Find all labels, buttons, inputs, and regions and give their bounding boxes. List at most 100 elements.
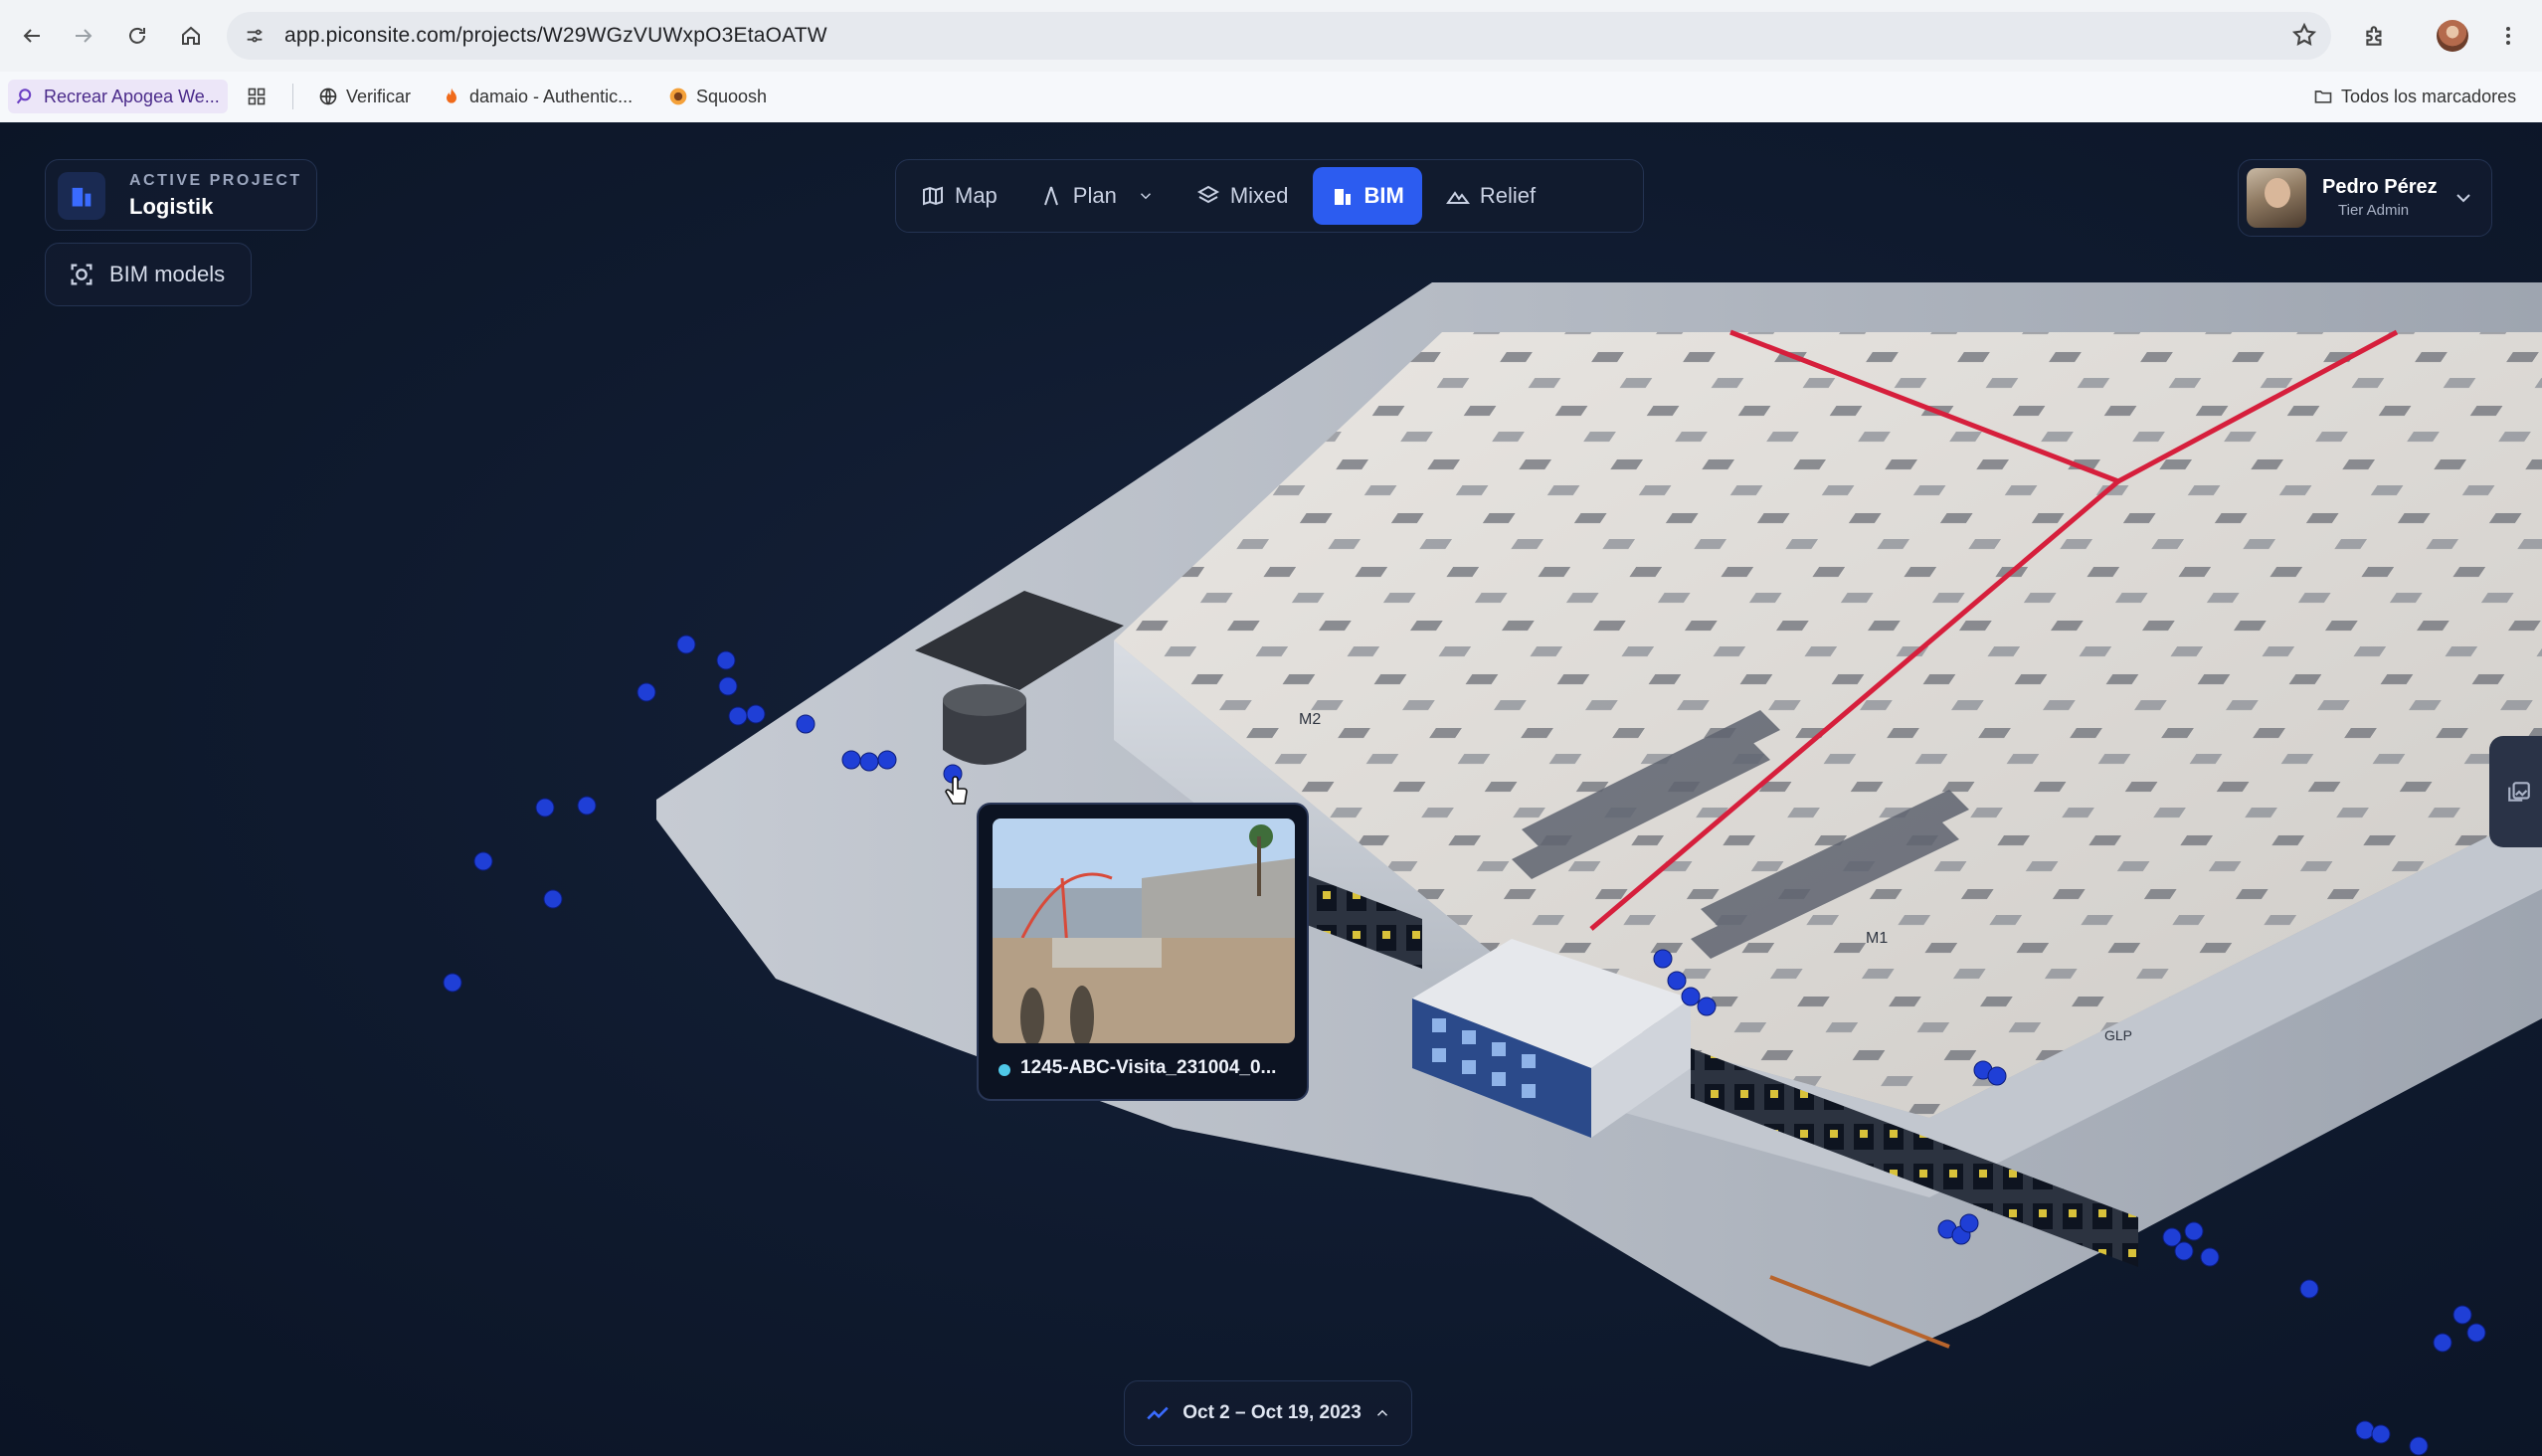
view-mode-switcher: Map Plan Mixed BIM Relief (895, 159, 1644, 233)
tab-label: BIM (1363, 183, 1404, 208)
photo-marker[interactable] (2200, 1247, 2220, 1267)
apps-grid-icon[interactable] (247, 80, 274, 113)
more-menu-icon[interactable] (2490, 18, 2526, 54)
photo-marker[interactable] (859, 752, 879, 772)
water-tank (943, 684, 1026, 765)
bim-3d-scene[interactable]: M2 M1 GLP (0, 123, 2542, 1456)
project-eyebrow: ACTIVE PROJECT (129, 172, 302, 189)
site-info-icon[interactable] (241, 22, 269, 50)
bookmark-item[interactable]: Verificar (318, 80, 411, 113)
tab-bim[interactable]: BIM (1312, 167, 1422, 225)
photo-thumbnail[interactable] (993, 819, 1295, 1043)
map-icon (923, 186, 943, 206)
gallery-side-tab[interactable] (2489, 736, 2542, 847)
all-bookmarks-label: Todos los marcadores (2341, 86, 2517, 106)
photo-marker[interactable] (2466, 1323, 2486, 1343)
folder-icon (2314, 91, 2332, 103)
bookmarks-bar: Recrear Apogea We... Verificar damaio - … (0, 72, 2542, 122)
bookmark-item[interactable]: Squoosh (668, 80, 767, 113)
browser-profile-avatar[interactable] (2437, 20, 2468, 52)
photo-marker[interactable] (841, 750, 861, 770)
photo-marker[interactable] (2452, 1305, 2472, 1325)
bookmark-label: damaio - Authentic... (469, 86, 634, 106)
photo-marker[interactable] (2433, 1333, 2452, 1353)
photo-marker[interactable] (2299, 1279, 2319, 1299)
flame-icon (447, 88, 456, 103)
chevron-down-icon (1140, 193, 1151, 200)
tab-label: Plan (1072, 183, 1117, 208)
tab-relief[interactable]: Relief (1428, 167, 1553, 225)
photo-marker[interactable] (1653, 949, 1673, 969)
url-text[interactable]: app.piconsite.com/projects/W29WGzVUWxpO3… (284, 24, 827, 48)
photo-marker[interactable] (2184, 1221, 2204, 1241)
photo-marker[interactable] (796, 714, 816, 734)
scene-label-m2: M2 (1299, 711, 1321, 728)
browser-toolbar: app.piconsite.com/projects/W29WGzVUWxpO3… (0, 0, 2542, 72)
project-name: Logistik (129, 194, 214, 219)
scene-label-glp: GLP (2104, 1027, 2132, 1043)
photo-caption: 1245-ABC-Visita_231004_0... (1020, 1057, 1277, 1078)
date-range-label: Oct 2 – Oct 19, 2023 (1182, 1402, 1362, 1423)
bookmark-label: Recrear Apogea We... (44, 86, 220, 106)
photo-marker[interactable] (577, 796, 597, 816)
home-icon[interactable] (173, 18, 209, 54)
photo-preview-popup[interactable]: 1245-ABC-Visita_231004_0... (977, 803, 1309, 1101)
photo-marker[interactable] (1959, 1213, 1979, 1233)
status-dot (999, 1064, 1010, 1076)
photo-marker[interactable] (543, 889, 563, 909)
photo-marker[interactable] (718, 676, 738, 696)
address-bar[interactable]: app.piconsite.com/projects/W29WGzVUWxpO3… (227, 12, 2331, 60)
extensions-icon[interactable] (2357, 18, 2393, 54)
photo-marker[interactable] (1697, 997, 1717, 1016)
globe-icon (319, 88, 337, 105)
bookmark-item[interactable]: Recrear Apogea We... (8, 80, 228, 113)
layers-icon (1196, 185, 1219, 204)
bookmark-label: Verificar (346, 86, 412, 106)
forward-icon[interactable] (66, 18, 101, 54)
bookmark-star-icon[interactable] (2291, 22, 2319, 50)
user-menu[interactable]: Pedro Pérez Tier Admin (2238, 159, 2492, 237)
chevron-up-icon (1376, 1409, 1387, 1416)
photo-marker[interactable] (1667, 971, 1687, 991)
gallery-icon (2508, 782, 2530, 802)
photo-marker[interactable] (473, 851, 493, 871)
photo-marker[interactable] (728, 706, 748, 726)
tab-label: Map (955, 183, 998, 208)
photo-marker[interactable] (746, 704, 766, 724)
browser-chrome: app.piconsite.com/projects/W29WGzVUWxpO3… (0, 0, 2542, 122)
photo-marker[interactable] (2409, 1436, 2429, 1456)
photo-marker[interactable] (676, 635, 696, 654)
search-icon (16, 89, 32, 104)
tab-label: Relief (1479, 183, 1537, 208)
photo-marker[interactable] (636, 682, 656, 702)
chevron-down-icon (2456, 194, 2470, 203)
reload-icon[interactable] (119, 18, 155, 54)
photo-marker[interactable] (2162, 1227, 2182, 1247)
mountain-icon (1445, 191, 1470, 204)
active-project-card[interactable]: ACTIVE PROJECT Logistik (45, 159, 317, 231)
back-icon[interactable] (14, 18, 50, 54)
photo-marker[interactable] (2371, 1424, 2391, 1444)
tab-map[interactable]: Map (903, 167, 1015, 225)
timeline-date-range[interactable]: Oct 2 – Oct 19, 2023 (1124, 1380, 1412, 1446)
photo-marker[interactable] (1987, 1066, 2007, 1086)
tab-plan[interactable]: Plan (1021, 167, 1173, 225)
bookmarks-separator (292, 84, 293, 109)
bookmark-item[interactable]: damaio - Authentic... (442, 80, 633, 113)
photo-marker[interactable] (2355, 1420, 2375, 1440)
bim-models-label: BIM models (109, 262, 226, 286)
bim-viewer: M2 M1 GLP ACTIVE PROJECT Logistik BIM mo… (0, 123, 2542, 1456)
photo-marker[interactable] (535, 798, 555, 818)
all-bookmarks-folder[interactable]: Todos los marcadores (2313, 80, 2516, 113)
photo-marker[interactable] (716, 650, 736, 670)
photo-marker[interactable] (877, 750, 897, 770)
scene-label-m1: M1 (1866, 930, 1888, 947)
photo-marker[interactable] (1681, 987, 1701, 1006)
photo-marker[interactable] (2174, 1241, 2194, 1261)
photo-marker[interactable] (443, 973, 462, 993)
tab-label: Mixed (1229, 183, 1289, 208)
building-icon (1334, 189, 1351, 205)
tab-mixed[interactable]: Mixed (1179, 167, 1307, 225)
user-role: Tier Admin (2338, 202, 2410, 219)
bim-models-button[interactable]: BIM models (45, 243, 252, 306)
